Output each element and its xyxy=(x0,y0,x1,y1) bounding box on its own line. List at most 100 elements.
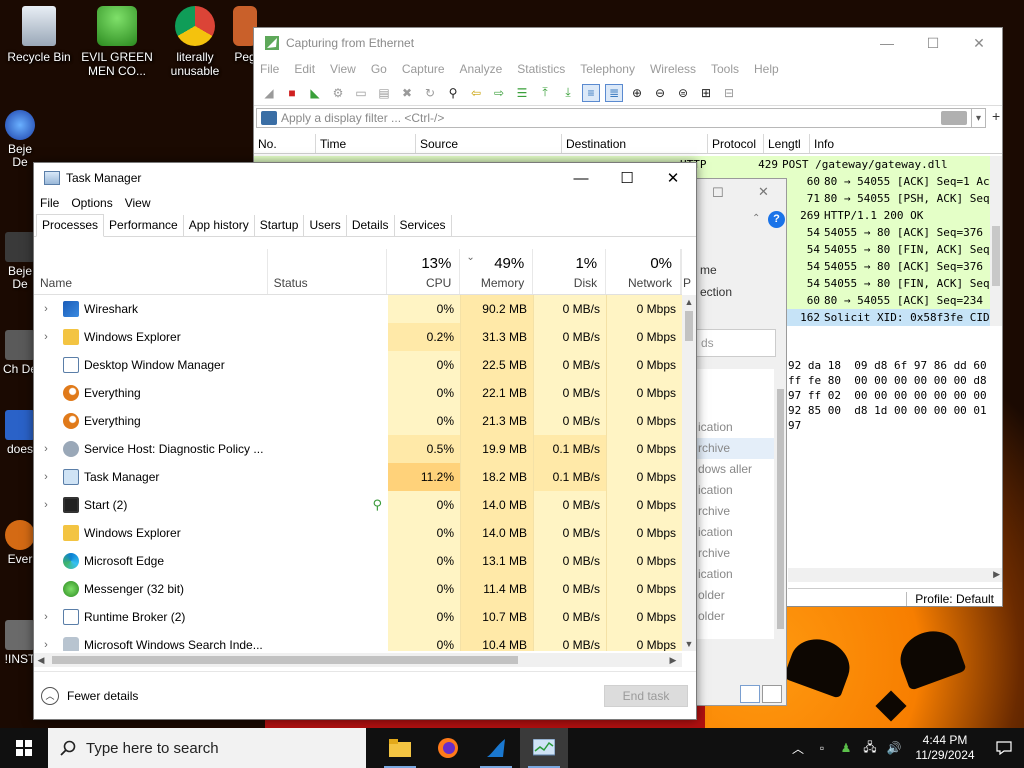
list-item[interactable]: ication xyxy=(696,480,774,501)
layout-icon[interactable]: ⊟ xyxy=(720,84,738,102)
taskbar-firefox[interactable] xyxy=(424,728,472,768)
list-item[interactable]: ication xyxy=(696,522,774,543)
find-packet-icon[interactable]: ⚲ xyxy=(444,84,462,102)
notification-center-button[interactable] xyxy=(984,741,1024,755)
process-table-vscrollbar[interactable]: ▲ ▼ xyxy=(682,295,696,651)
list-item[interactable]: older xyxy=(696,585,774,606)
tab-users[interactable]: Users xyxy=(304,215,347,236)
save-file-icon[interactable]: ▤ xyxy=(375,84,393,102)
process-row[interactable]: Windows Explorer 0% 14.0 MB 0 MB/s 0 Mbps xyxy=(34,519,682,547)
list-item[interactable]: ication xyxy=(696,564,774,585)
wireshark-titlebar[interactable]: Capturing from Ethernet — ☐ ✕ xyxy=(254,28,1002,58)
desktop-icon-side-1[interactable]: Beje De xyxy=(0,110,40,169)
header-memory[interactable]: ⌄ 49% Memory xyxy=(460,249,534,294)
resize-columns-icon[interactable]: ⊞ xyxy=(697,84,715,102)
taskbar-clock[interactable]: 4:44 PM 11/29/2024 xyxy=(906,733,984,763)
menu-view[interactable]: View xyxy=(330,62,356,76)
packet-bytes-pane[interactable]: 92 da 18 09 d8 6f 97 86 dd 60 ff fe 80 00… xyxy=(788,358,1002,568)
open-file-icon[interactable]: ▭ xyxy=(352,84,370,102)
header-cpu[interactable]: 13% CPU xyxy=(387,249,461,294)
scrollbar-thumb[interactable] xyxy=(992,226,1000,286)
tab-startup[interactable]: Startup xyxy=(255,215,305,236)
taskbar-wireshark[interactable] xyxy=(472,728,520,768)
scroll-down-icon[interactable]: ▼ xyxy=(682,637,696,651)
bytes-hscrollbar[interactable]: ▶ xyxy=(788,568,1002,582)
add-filter-button[interactable]: + xyxy=(992,108,1000,124)
process-row[interactable]: › Wireshark 0% 90.2 MB 0 MB/s 0 Mbps xyxy=(34,295,682,323)
maximize-button[interactable]: ☐ xyxy=(604,163,650,193)
process-row[interactable]: Desktop Window Manager 0% 22.5 MB 0 MB/s 0 M… xyxy=(34,351,682,379)
preview-view-icon[interactable] xyxy=(762,685,782,703)
process-row[interactable]: › Task Manager 11.2% 18.2 MB 0.1 MB/s 0 Mbps xyxy=(34,463,682,491)
zoom-out-icon[interactable]: ⊖ xyxy=(651,84,669,102)
menu-wireless[interactable]: Wireless xyxy=(650,62,696,76)
menu-file[interactable]: File xyxy=(260,62,279,76)
stop-capture-icon[interactable]: ■ xyxy=(283,84,301,102)
menu-edit[interactable]: Edit xyxy=(294,62,315,76)
fewer-details-link[interactable]: Fewer details xyxy=(67,689,604,703)
profile-label[interactable]: Profile: Default xyxy=(915,592,994,606)
task-manager-window[interactable]: Task Manager — ☐ ✕ File Options View Pro… xyxy=(33,162,697,720)
display-filter-input[interactable]: Apply a display filter ... <Ctrl-/> xyxy=(256,108,972,128)
autoscroll-icon[interactable]: ≡ xyxy=(582,83,600,102)
bookmark-icon[interactable] xyxy=(261,111,277,125)
zoom-reset-icon[interactable]: ⊜ xyxy=(674,84,692,102)
process-table[interactable]: › Wireshark 0% 90.2 MB 0 MB/s 0 Mbps › Windows … xyxy=(34,295,682,651)
desktop-icon-recycle-bin[interactable]: Recycle Bin xyxy=(0,6,78,64)
tab-processes[interactable]: Processes xyxy=(36,214,105,237)
start-button[interactable] xyxy=(0,728,48,768)
capture-options-icon[interactable]: ⚙ xyxy=(329,84,347,102)
column-destination[interactable]: Destination xyxy=(562,134,708,153)
menu-analyze[interactable]: Analyze xyxy=(460,62,503,76)
colorize-icon[interactable]: ≣ xyxy=(605,83,623,102)
start-capture-icon[interactable]: ◢ xyxy=(260,84,278,102)
list-item[interactable]: dows aller xyxy=(696,459,774,480)
list-item[interactable]: rchive xyxy=(696,543,774,564)
dialog-scrollbar[interactable] xyxy=(774,369,786,659)
process-row[interactable]: › Windows Explorer 0.2% 31.3 MB 0 MB/s 0 Mbps xyxy=(34,323,682,351)
column-protocol[interactable]: Protocol xyxy=(708,134,764,153)
go-back-icon[interactable]: ⇦ xyxy=(467,84,485,102)
header-name[interactable]: Name xyxy=(34,249,268,294)
maximize-button[interactable]: ☐ xyxy=(910,28,956,58)
chevron-up-icon[interactable]: ⌃ xyxy=(752,213,760,224)
dialog-field[interactable]: ds xyxy=(696,329,776,357)
column-length[interactable]: Lengtl xyxy=(764,134,810,153)
process-row[interactable]: › Start (2) ⚲ 0% 14.0 MB 0 MB/s 0 Mbps xyxy=(34,491,682,519)
close-button[interactable]: ✕ xyxy=(650,163,696,193)
expand-chevron-icon[interactable]: › xyxy=(34,435,58,463)
task-manager-titlebar[interactable]: Task Manager — ☐ ✕ xyxy=(34,163,696,193)
close-button[interactable]: ✕ xyxy=(758,184,769,200)
expand-chevron-icon[interactable]: › xyxy=(34,463,58,491)
list-item[interactable]: older xyxy=(696,606,774,627)
close-file-icon[interactable]: ✖ xyxy=(398,84,416,102)
menu-statistics[interactable]: Statistics xyxy=(517,62,565,76)
help-icon[interactable]: ? xyxy=(768,211,785,228)
details-view-icon[interactable] xyxy=(740,685,760,703)
chevron-up-icon[interactable]: ︿ xyxy=(786,740,810,757)
tab-app-history[interactable]: App history xyxy=(184,215,255,236)
apply-filter-button[interactable] xyxy=(941,111,967,125)
menu-file[interactable]: File xyxy=(40,196,59,210)
background-dialog[interactable]: ☐ ✕ ⌃ ? me ection ds ication rchive dows… xyxy=(695,178,787,706)
menu-options[interactable]: Options xyxy=(71,196,112,210)
expand-chevron-icon[interactable]: › xyxy=(34,323,58,351)
desktop-icon-evil-green-men[interactable]: EVIL GREEN MEN CO... xyxy=(78,6,156,78)
scrollbar-thumb[interactable] xyxy=(685,311,693,341)
column-info[interactable]: Info xyxy=(810,134,1000,153)
header-disk[interactable]: 1% Disk xyxy=(533,249,607,294)
network-icon[interactable]: 🖧 xyxy=(858,738,882,759)
packet-list-scrollbar[interactable] xyxy=(990,156,1002,326)
dialog-file-list[interactable]: ication rchive dows aller ication rchive… xyxy=(696,369,774,639)
tab-performance[interactable]: Performance xyxy=(104,215,184,236)
list-item[interactable]: ication xyxy=(696,417,774,438)
tab-details[interactable]: Details xyxy=(347,215,395,236)
column-source[interactable]: Source xyxy=(416,134,562,153)
scrollbar-thumb[interactable] xyxy=(777,389,784,629)
scrollbar-thumb[interactable] xyxy=(52,656,518,664)
desktop-icon-chrome[interactable]: literally unusable xyxy=(156,6,234,78)
header-extra[interactable]: P xyxy=(681,249,691,294)
taskbar-file-explorer[interactable] xyxy=(376,728,424,768)
list-item[interactable]: rchive xyxy=(696,438,774,459)
menu-telephony[interactable]: Telephony xyxy=(580,62,635,76)
